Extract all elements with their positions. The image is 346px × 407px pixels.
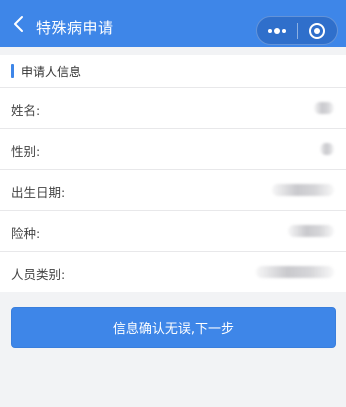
more-button[interactable]: [257, 17, 297, 44]
section-title: 申请人信息: [21, 65, 82, 79]
redacted-value: [256, 266, 334, 278]
field-row-name: 姓名:: [0, 87, 346, 128]
redacted-value: [288, 225, 334, 237]
section-accent-bar: [11, 64, 14, 78]
redacted-value: [272, 184, 334, 196]
confirm-next-button[interactable]: 信息确认无误,下一步: [11, 307, 336, 348]
back-button[interactable]: [9, 13, 29, 35]
applicant-info-list: 姓名: 性别: 出生日期: 险种: 人员类别:: [0, 87, 346, 292]
field-label: 险种:: [11, 226, 41, 241]
page-bottom: [0, 395, 346, 407]
field-row-insurance-type: 险种:: [0, 210, 346, 251]
target-circle-icon: [309, 22, 326, 39]
field-label: 出生日期:: [11, 185, 66, 200]
field-label: 人员类别:: [11, 267, 66, 282]
field-label: 性别:: [11, 144, 41, 159]
close-mini-program-button[interactable]: [298, 17, 337, 44]
field-label: 姓名:: [11, 103, 41, 118]
page-title: 特殊病申请: [36, 19, 114, 37]
field-row-gender: 性别:: [0, 128, 346, 169]
chevron-left-icon: [14, 16, 23, 32]
field-row-personnel-category: 人员类别:: [0, 251, 346, 292]
redacted-value: [320, 143, 334, 155]
field-row-birthdate: 出生日期:: [0, 169, 346, 210]
redacted-value: [314, 102, 334, 114]
mini-program-capsule: [256, 16, 338, 45]
more-dots-icon: [268, 27, 286, 34]
top-nav-bar: 特殊病申请: [0, 0, 346, 47]
section-header: 申请人信息: [0, 55, 346, 87]
